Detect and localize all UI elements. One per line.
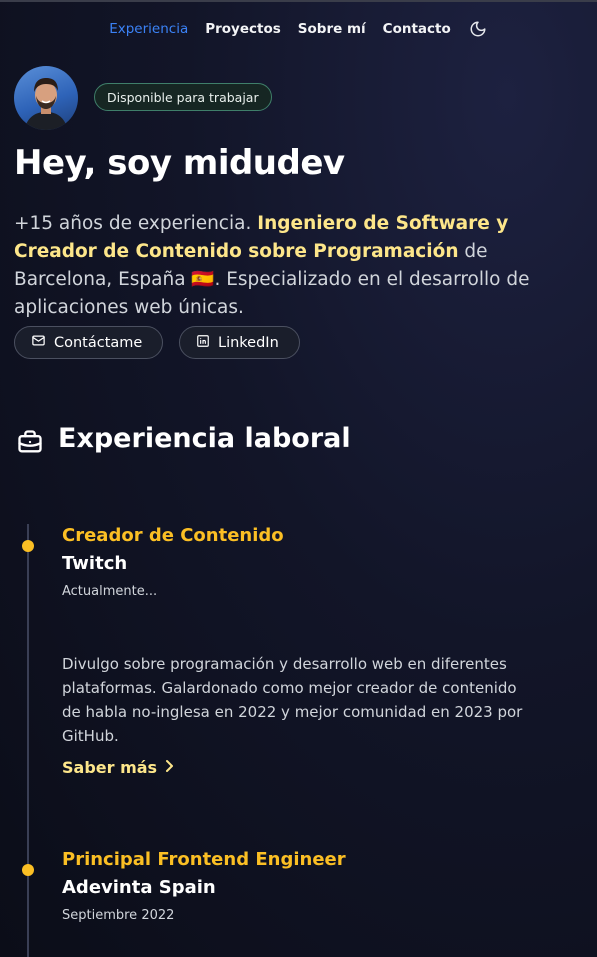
linkedin-icon (196, 334, 210, 352)
linkedin-button[interactable]: LinkedIn (179, 326, 300, 359)
nav-item-experiencia[interactable]: Experiencia (109, 21, 188, 37)
section-title-experience: Experiencia laboral (58, 423, 351, 454)
page-title: Hey, soy midudev (14, 143, 345, 183)
contact-button[interactable]: Contáctame (14, 326, 163, 359)
job-description: Divulgo sobre programación y desarrollo … (62, 655, 523, 745)
intro-prefix: +15 años de experiencia. (14, 213, 252, 234)
moon-icon[interactable] (468, 19, 488, 39)
status-badge: Disponible para trabajar (94, 83, 272, 111)
linkedin-button-label: LinkedIn (218, 334, 279, 351)
job-role: Principal Frontend Engineer (62, 849, 346, 870)
nav-item-contacto[interactable]: Contacto (383, 21, 451, 37)
job-role: Creador de Contenido (62, 525, 284, 546)
contact-button-label: Contáctame (54, 334, 143, 351)
learn-more-link[interactable]: Saber más (62, 758, 175, 777)
main-nav: Experiencia Proyectos Sobre mí Contacto (0, 18, 597, 40)
timeline-line (27, 524, 29, 957)
mail-icon (31, 333, 46, 352)
nav-item-proyectos[interactable]: Proyectos (205, 21, 281, 37)
job-company: Twitch (62, 553, 128, 574)
briefcase-icon (16, 428, 44, 456)
job-date: Actualmente... (62, 584, 158, 599)
job-date: Septiembre 2022 (62, 908, 175, 923)
job-company: Adevinta Spain (62, 877, 216, 898)
avatar (14, 66, 78, 130)
learn-more-label: Saber más (62, 758, 158, 777)
chevron-right-icon (163, 758, 175, 777)
window-top-border (0, 0, 597, 2)
intro-paragraph: +15 años de experiencia. Ingeniero de So… (14, 210, 589, 322)
timeline-dot (22, 540, 34, 552)
timeline-dot (22, 864, 34, 876)
nav-item-sobre-mi[interactable]: Sobre mí (298, 21, 366, 37)
